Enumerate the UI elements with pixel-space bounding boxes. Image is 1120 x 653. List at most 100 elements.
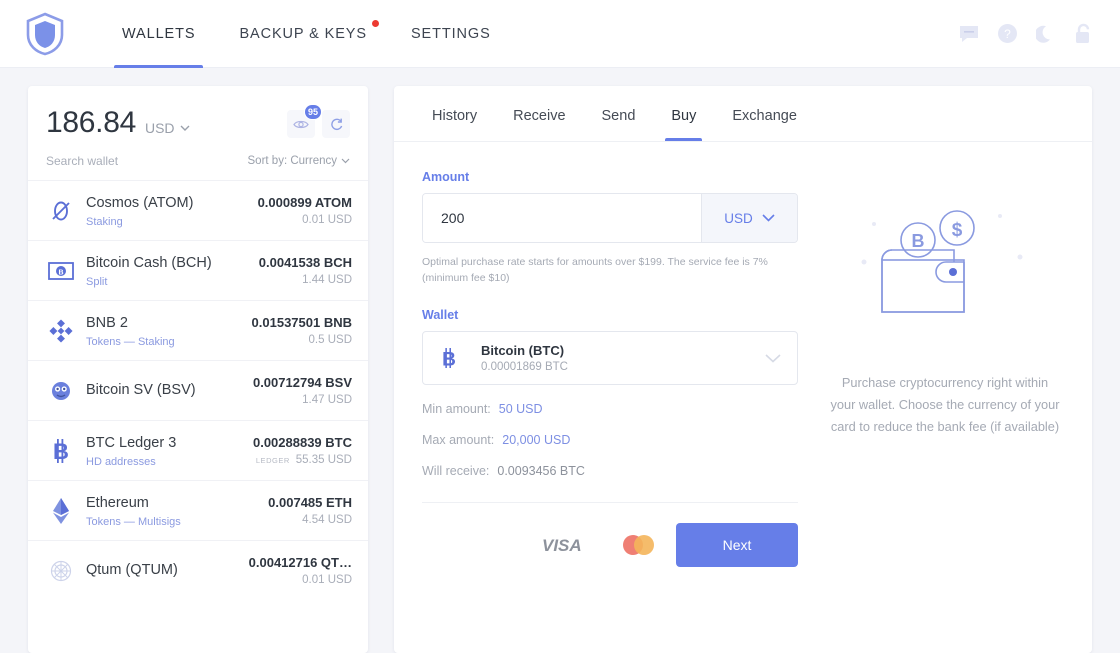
chevron-down-icon [762, 214, 775, 222]
list-item[interactable]: Bitcoin SV (BSV) 0.00712794 BSV 1.47 USD [28, 360, 368, 420]
min-amount-row: Min amount: 50 USD [422, 402, 798, 416]
wallet-amount: 0.00712794 BSV [252, 375, 352, 390]
tab-label: Receive [513, 108, 566, 124]
buy-form: Amount USD Optimal purchase rate starts … [394, 142, 798, 653]
min-amount-value[interactable]: 50 USD [499, 402, 543, 416]
balance-currency-label: USD [144, 120, 175, 136]
moon-icon[interactable] [1034, 23, 1056, 45]
wallet-amount: 0.0041538 BCH [258, 255, 352, 270]
wallet-subtitle: Staking [86, 215, 123, 228]
wallet-amount: 0.000899 ATOM [257, 195, 352, 210]
tab-label: History [432, 108, 478, 124]
wallet-subtitle: Tokens — Staking [86, 335, 175, 348]
unread-badge: 95 [303, 104, 322, 120]
sort-label: Sort by: Currency [247, 155, 337, 167]
tab-receive[interactable]: Receive [495, 86, 583, 141]
wallet-amount: 0.00412716 QT… [248, 555, 352, 570]
wallet-amount: 0.007485 ETH [268, 495, 352, 510]
nav-label: WALLETS [122, 25, 196, 42]
amount-label: Amount [422, 170, 470, 184]
app-header: WALLETS BACKUP & KEYS SETTINGS ? [0, 0, 1120, 68]
bitcoin-cash-icon: B [44, 261, 78, 281]
amount-input[interactable] [423, 194, 701, 242]
svg-text:B: B [53, 439, 69, 464]
list-item[interactable]: B BTC Ledger 3 HD addresses 0.00288839 B… [28, 420, 368, 480]
tab-label: Buy [671, 108, 697, 124]
binance-icon [44, 318, 78, 344]
nav-item-backup-keys[interactable]: BACKUP & KEYS [217, 0, 388, 68]
currency-label: USD [724, 210, 753, 226]
nav-label: SETTINGS [410, 25, 491, 42]
will-receive-value: 0.0093456 BTC [497, 464, 585, 478]
list-item[interactable]: BNB 2 Tokens — Staking 0.01537501 BNB 0.… [28, 300, 368, 360]
wallet-usd: 0.01 USD [302, 574, 352, 586]
tab-history[interactable]: History [414, 86, 495, 141]
max-amount-label: Max amount: [422, 433, 495, 447]
nav-item-wallets[interactable]: WALLETS [100, 0, 217, 68]
next-button[interactable]: Next [676, 523, 798, 567]
svg-text:$: $ [952, 220, 963, 241]
tab-exchange[interactable]: Exchange [714, 86, 815, 141]
wallet-sidebar: 186.84 USD 95 Search wallet Sort by: Cur… [28, 86, 368, 653]
bitcoin-sv-icon [44, 378, 78, 404]
wallet-illustration: B $ [861, 210, 1023, 313]
nav-label: BACKUP & KEYS [239, 25, 367, 42]
bitcoin-icon: B [439, 346, 473, 370]
will-receive-label: Will receive: [422, 464, 490, 478]
tab-label: Send [601, 108, 636, 124]
wallet-name: Bitcoin SV (BSV) [86, 382, 196, 398]
list-item[interactable]: B Bitcoin Cash (BCH) Split 0.0041538 BCH… [28, 240, 368, 300]
chevron-down-icon [180, 125, 190, 131]
shield-logo [22, 11, 68, 57]
list-item[interactable]: Cosmos (ATOM) Staking 0.000899 ATOM 0.01… [28, 180, 368, 240]
wallet-amount: 0.01537501 BNB [251, 315, 352, 330]
bitcoin-icon: B [44, 438, 78, 464]
selected-wallet-balance: 0.00001869 BTC [481, 361, 568, 373]
main-nav: WALLETS BACKUP & KEYS SETTINGS [100, 0, 513, 68]
visa-logo: VISA [542, 536, 582, 555]
nav-item-settings[interactable]: SETTINGS [389, 0, 513, 68]
search-sort-row: Sort by: Currency [28, 140, 368, 180]
wallet-usd: 1.44 USD [302, 274, 352, 286]
max-amount-row: Max amount: 20,000 USD [422, 433, 798, 447]
chevron-down-icon [341, 158, 350, 164]
chevron-down-icon [765, 353, 781, 363]
ethereum-icon [44, 497, 78, 525]
svg-text:B: B [912, 231, 925, 251]
wallet-selector[interactable]: B Bitcoin (BTC) 0.00001869 BTC [422, 331, 798, 385]
wallet-label: Wallet [422, 308, 459, 322]
fee-hint: Optimal purchase rate starts for amounts… [422, 256, 768, 284]
help-icon[interactable]: ? [996, 23, 1018, 45]
chat-icon[interactable] [958, 23, 980, 45]
search-input[interactable] [46, 154, 196, 168]
svg-text:B: B [58, 269, 63, 276]
wallet-subtitle: Split [86, 275, 108, 288]
payment-actions: VISA Next [422, 502, 798, 567]
list-item[interactable]: Qtum (QTUM) 0.00412716 QT… 0.01 USD [28, 540, 368, 600]
wallet-usd: 0.5 USD [308, 334, 352, 346]
refresh-icon [330, 118, 342, 130]
promo-column: B $ Purchase cryptocurrency right within… [798, 142, 1092, 653]
panel-tabs: History Receive Send Buy Exchange [394, 86, 1092, 142]
wallet-name: Bitcoin Cash (BCH) [86, 254, 212, 271]
svg-text:B: B [442, 349, 456, 370]
toggle-visibility-button[interactable]: 95 [287, 104, 322, 138]
max-amount-value[interactable]: 20,000 USD [502, 433, 570, 447]
currency-selector[interactable]: USD [701, 194, 797, 242]
balance-actions: 95 [287, 104, 350, 138]
refresh-button[interactable] [322, 110, 350, 138]
svg-text:VISA: VISA [542, 536, 582, 555]
wallet-name: Qtum (QTUM) [86, 562, 178, 578]
wallet-name: Ethereum [86, 494, 149, 511]
balance-currency-selector[interactable]: USD [145, 120, 190, 140]
wallet-name: Cosmos (ATOM) [86, 194, 194, 211]
amount-field-group: USD [422, 193, 798, 243]
promo-text: Purchase cryptocurrency right within you… [830, 375, 1060, 434]
unlock-icon[interactable] [1072, 23, 1094, 45]
sort-selector[interactable]: Sort by: Currency [248, 155, 350, 167]
tab-send[interactable]: Send [584, 86, 654, 141]
balance-row: 186.84 USD 95 [28, 86, 368, 140]
list-item[interactable]: Ethereum Tokens — Multisigs 0.007485 ETH… [28, 480, 368, 540]
tab-buy[interactable]: Buy [653, 86, 714, 141]
svg-text:?: ? [1004, 27, 1011, 41]
